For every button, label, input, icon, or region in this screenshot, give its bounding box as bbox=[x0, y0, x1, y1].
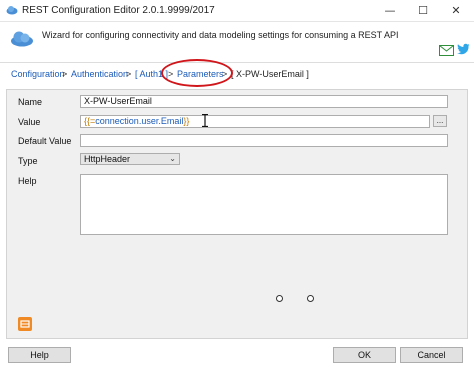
name-field[interactable]: X-PW-UserEmail bbox=[80, 95, 448, 108]
cloud-icon bbox=[11, 31, 33, 47]
wizard-header: Wizard for configuring connectivity and … bbox=[0, 22, 474, 66]
breadcrumb-authentication[interactable]: Authentication bbox=[71, 69, 128, 79]
mail-icon[interactable] bbox=[439, 45, 454, 56]
breadcrumb: Configuration > Authentication > [ Auth1… bbox=[0, 62, 474, 84]
breadcrumb-configuration[interactable]: Configuration bbox=[11, 69, 65, 79]
value-field[interactable]: {{=connection.user.Email}} bbox=[80, 115, 430, 128]
window-title: REST Configuration Editor 2.0.1.9999/201… bbox=[22, 5, 215, 16]
wizard-description: Wizard for configuring connectivity and … bbox=[42, 30, 399, 40]
maximize-button[interactable]: ☐ bbox=[415, 3, 431, 19]
type-select-value: HttpHeader bbox=[84, 154, 131, 164]
help-button[interactable]: Help bbox=[8, 347, 71, 363]
default-value-field[interactable] bbox=[80, 134, 448, 147]
chevron-down-icon: ⌄ bbox=[169, 154, 176, 163]
breadcrumb-separator: > bbox=[62, 69, 68, 79]
type-select[interactable]: HttpHeader ⌄ bbox=[80, 153, 180, 165]
sql-icon-glyph bbox=[20, 320, 30, 328]
type-label: Type bbox=[18, 156, 38, 166]
radio-option[interactable] bbox=[307, 295, 314, 302]
name-label: Name bbox=[18, 97, 43, 107]
expression-text: connection.user.Email bbox=[95, 116, 184, 126]
breadcrumb-current: [ X-PW-UserEmail ] bbox=[231, 69, 309, 79]
help-label: Help bbox=[18, 176, 37, 186]
close-button[interactable]: ✕ bbox=[448, 3, 464, 19]
ok-button[interactable]: OK bbox=[333, 347, 396, 363]
text-cursor-icon bbox=[202, 114, 208, 127]
default-value-label: Default Value bbox=[18, 136, 72, 146]
radio-option[interactable] bbox=[276, 295, 283, 302]
app-cloud-icon bbox=[6, 6, 18, 15]
highlight-annotation bbox=[161, 59, 233, 87]
expression-close: }} bbox=[183, 116, 190, 126]
cancel-button[interactable]: Cancel bbox=[400, 347, 463, 363]
help-textarea[interactable] bbox=[80, 174, 448, 235]
sql-icon[interactable] bbox=[18, 317, 32, 331]
value-label: Value bbox=[18, 117, 41, 127]
title-bar: REST Configuration Editor 2.0.1.9999/201… bbox=[0, 0, 474, 22]
expression-open: {{= bbox=[84, 116, 96, 126]
value-expression-button[interactable]: ... bbox=[433, 115, 447, 127]
twitter-icon[interactable] bbox=[457, 43, 470, 55]
breadcrumb-separator: > bbox=[126, 69, 132, 79]
minimize-button[interactable]: — bbox=[382, 3, 398, 19]
